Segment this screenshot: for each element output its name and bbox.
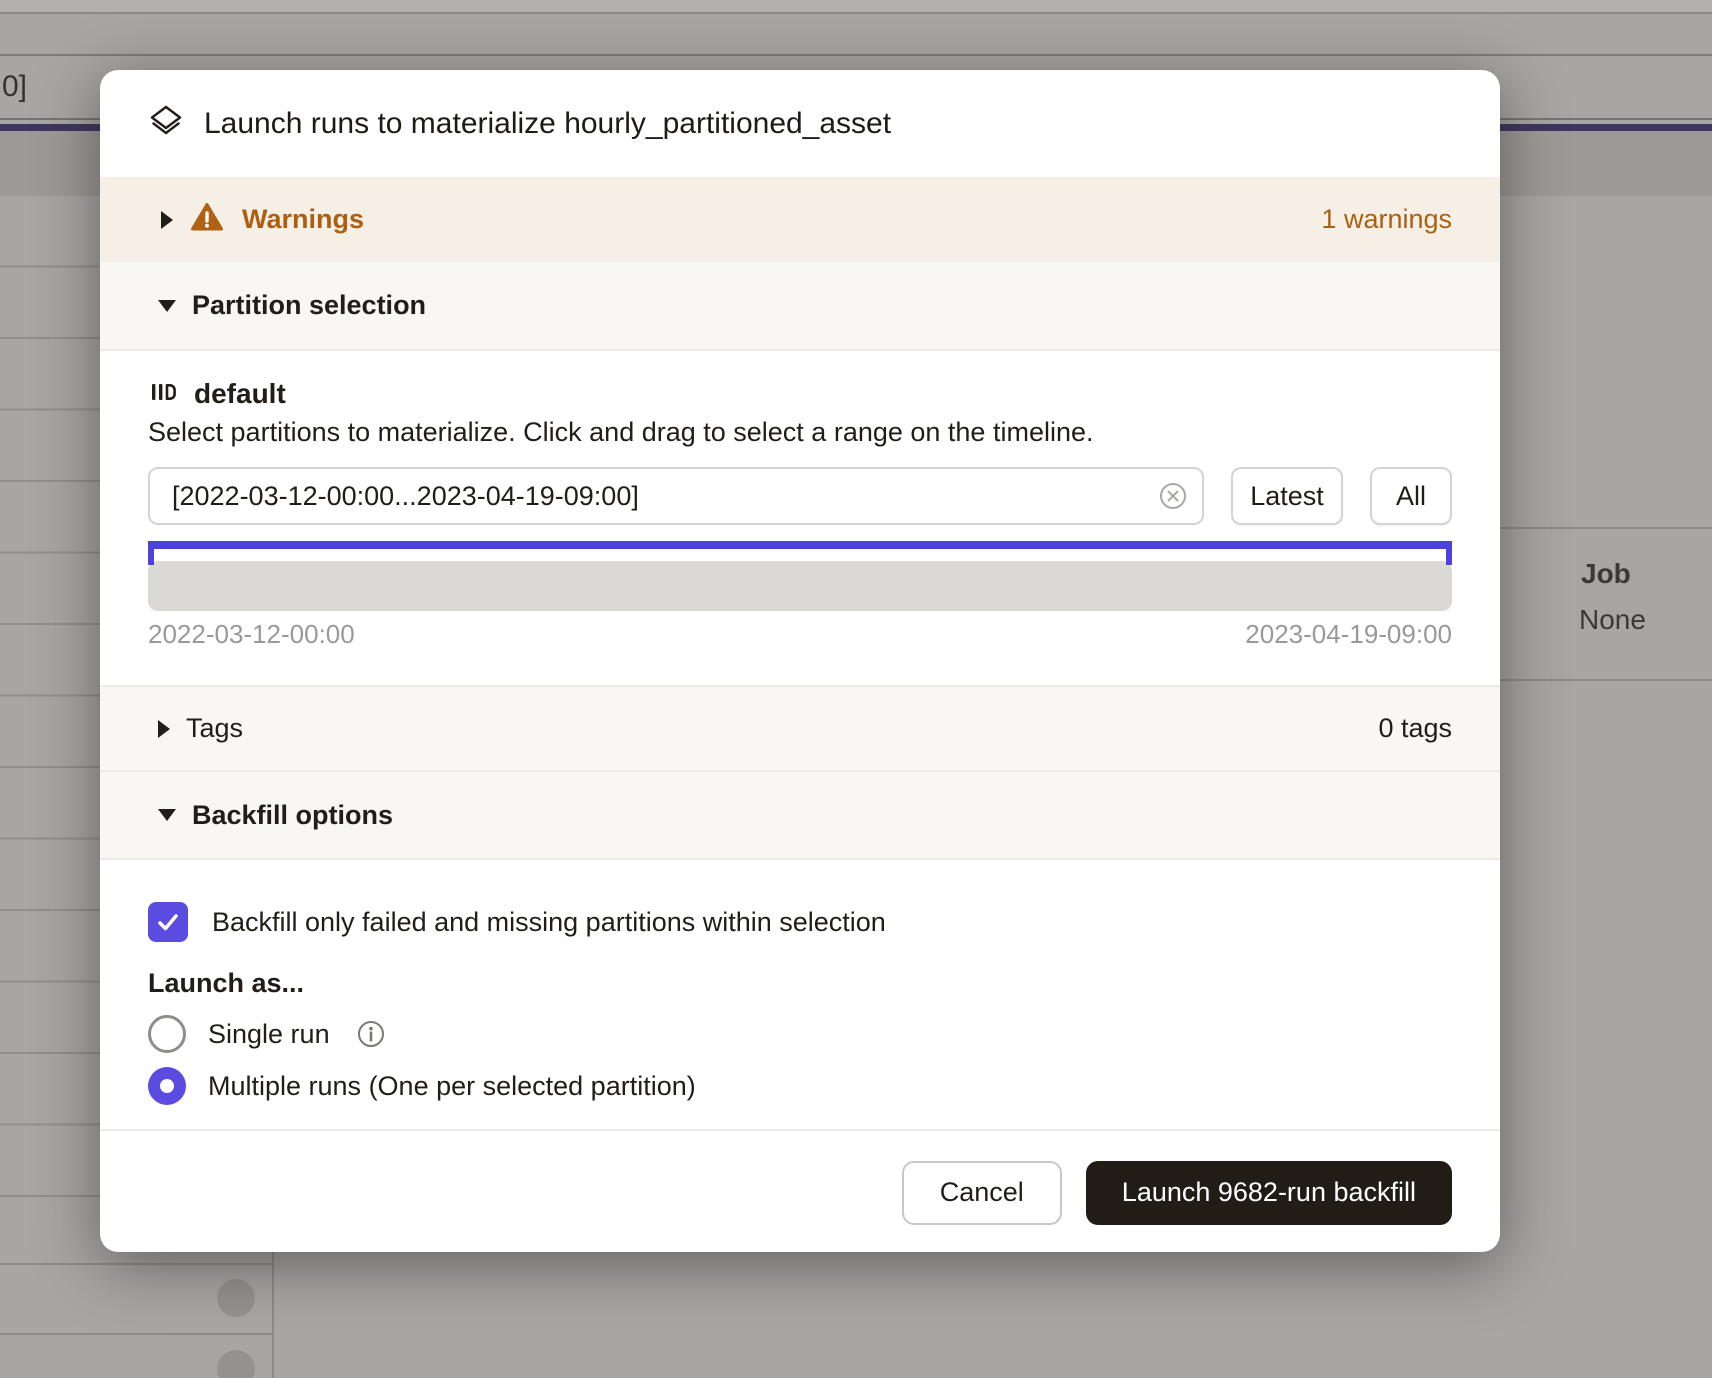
range-end-label: 2023-04-19-09:00 [1245, 619, 1452, 649]
materialize-icon [148, 103, 184, 144]
clear-input-icon[interactable] [1158, 481, 1188, 511]
partition-dimension-name: default [194, 378, 286, 410]
selected-range-bracket [148, 541, 1452, 549]
single-run-label: Single run [208, 1019, 330, 1050]
info-icon[interactable] [356, 1019, 386, 1049]
latest-button[interactable]: Latest [1231, 467, 1343, 525]
dialog-title: Launch runs to materialize hourly_partit… [204, 107, 891, 141]
partition-dimension-icon [148, 377, 178, 412]
bg-row-divider [0, 1333, 272, 1335]
bg-divider [0, 54, 1712, 56]
launch-as-label: Launch as... [148, 968, 1452, 1000]
bg-status-dot [217, 1279, 255, 1317]
caret-right-icon [161, 211, 173, 229]
warning-triangle-icon [191, 202, 223, 237]
single-run-radio[interactable] [148, 1015, 186, 1053]
cancel-button[interactable]: Cancel [902, 1161, 1062, 1225]
bg-table-rows [0, 196, 100, 1252]
warnings-count: 1 warnings [1321, 204, 1452, 235]
warnings-section-toggle[interactable]: Warnings 1 warnings [100, 177, 1500, 262]
caret-down-icon [158, 300, 176, 312]
bg-divider [0, 12, 1712, 14]
tags-count: 0 tags [1378, 713, 1452, 744]
partition-selection-toggle[interactable]: Partition selection [100, 262, 1500, 351]
multiple-runs-radio[interactable] [148, 1067, 186, 1105]
bg-top-strip [0, 0, 1712, 12]
launch-backfill-button[interactable]: Launch 9682-run backfill [1086, 1161, 1452, 1225]
backfill-options-label: Backfill options [192, 800, 393, 831]
bg-column-divider [272, 1252, 274, 1378]
dialog-footer: Cancel Launch 9682-run backfill [100, 1129, 1500, 1252]
partition-selection-content: default Select partitions to materialize… [100, 351, 1500, 685]
partition-description: Select partitions to materialize. Click … [148, 417, 1452, 449]
caret-down-icon [158, 809, 176, 821]
partition-range-input[interactable] [148, 467, 1204, 525]
caret-right-icon [158, 720, 170, 738]
bg-truncated-input-text: 0] [2, 70, 27, 104]
all-button[interactable]: All [1370, 467, 1452, 525]
bg-row-divider [0, 1263, 272, 1265]
backfill-options-content: Backfill only failed and missing partiti… [100, 860, 1500, 1129]
bg-status-dot [217, 1350, 255, 1378]
tags-label: Tags [186, 713, 243, 744]
tags-section-toggle[interactable]: Tags 0 tags [100, 685, 1500, 772]
missing-failed-checkbox-label: Backfill only failed and missing partiti… [212, 907, 886, 938]
partition-timeline[interactable]: 2022-03-12-00:00 2023-04-19-09:00 [148, 541, 1452, 649]
launch-backfill-dialog: Launch runs to materialize hourly_partit… [100, 70, 1500, 1252]
bg-row-divider [1500, 679, 1712, 681]
missing-failed-checkbox[interactable] [148, 902, 188, 942]
range-start-label: 2022-03-12-00:00 [148, 619, 355, 649]
bg-job-column-header: Job [1581, 558, 1631, 590]
backfill-options-toggle[interactable]: Backfill options [100, 772, 1500, 860]
multiple-runs-label: Multiple runs (One per selected partitio… [208, 1071, 696, 1102]
bg-row-divider [1500, 527, 1712, 529]
dialog-header: Launch runs to materialize hourly_partit… [100, 70, 1500, 177]
warnings-label: Warnings [242, 204, 364, 235]
partition-selection-label: Partition selection [192, 290, 426, 321]
bg-job-column-value: None [1579, 604, 1646, 636]
timeline-bar[interactable] [148, 561, 1452, 611]
